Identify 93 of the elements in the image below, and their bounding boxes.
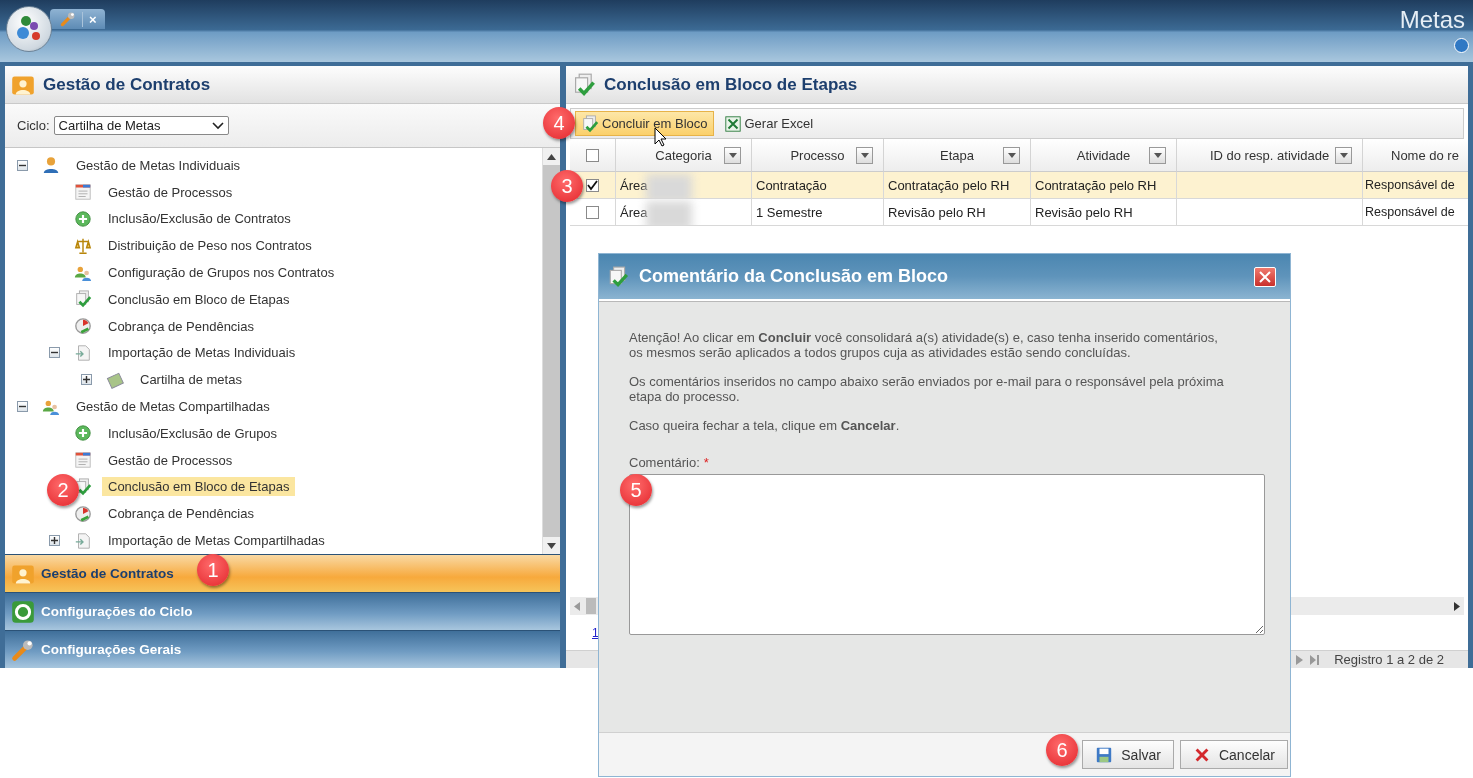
cycle-select[interactable]: Cartilha de Metas: [53, 116, 229, 135]
toolbar-button[interactable]: Concluir em Bloco: [575, 111, 714, 136]
row-checkbox[interactable]: [586, 205, 599, 219]
panel-title: Conclusão em Bloco de Etapas: [604, 74, 858, 95]
document-icon: [74, 531, 92, 550]
tree-item[interactable]: Importação de Metas Compartilhadas: [102, 531, 331, 551]
column-header[interactable]: Etapa: [940, 147, 974, 163]
dialog-paragraph: Atenção! Ao clicar em Concluir você consolidará a(s) atividade(s) e, caso tenha inserido comentários, os mesmos serão aplicados a todos grupos cuja as atividades estão sendo concluídas.: [629, 330, 1219, 360]
table-cell: Contratação: [752, 172, 884, 199]
clock-icon: [74, 317, 92, 336]
caret-icon: [728, 153, 737, 158]
page-link[interactable]: 1: [592, 626, 599, 640]
table-cell: Área: [620, 204, 648, 220]
cursor-icon: [654, 127, 667, 147]
wrench-icon: [60, 11, 76, 27]
tree-item[interactable]: Cobrança de Pendências: [102, 504, 260, 524]
tree-item[interactable]: Conclusão em Bloco de Etapas: [102, 477, 296, 497]
tree-item[interactable]: Cartilha de metas: [134, 370, 248, 390]
tree-item[interactable]: Gestão de Metas Compartilhadas: [70, 397, 276, 417]
tree-item[interactable]: Distribuição de Peso nos Contratos: [102, 236, 318, 256]
tree-item[interactable]: Inclusão/Exclusão de Grupos: [102, 423, 284, 443]
table-cell: Contratação pelo RH: [884, 172, 1031, 199]
caret-icon: [1153, 153, 1162, 158]
filter-button[interactable]: [724, 147, 741, 164]
wrench-icon: [11, 637, 35, 662]
scales-icon: [74, 236, 92, 255]
select-all-checkbox[interactable]: [586, 148, 599, 162]
documents-check-icon: [74, 290, 92, 309]
filter-button[interactable]: [1003, 147, 1020, 164]
tree-item[interactable]: Inclusão/Exclusão de Contratos: [102, 209, 297, 229]
caret-icon: [860, 153, 869, 158]
comment-field[interactable]: [629, 474, 1265, 635]
collapse-toggle[interactable]: [17, 159, 28, 171]
plus-circle-icon: [74, 424, 92, 443]
column-header[interactable]: Atividade: [1076, 147, 1131, 163]
filter-button[interactable]: [1335, 147, 1352, 164]
plus-circle-icon: [74, 210, 92, 228]
required-mark: *: [703, 455, 709, 470]
save-button[interactable]: Salvar: [1082, 740, 1174, 769]
filter-button[interactable]: [856, 147, 873, 164]
cycle-label: Ciclo:: [17, 118, 50, 133]
plus-icon: [51, 537, 58, 545]
panel-title: Gestão de Contratos: [43, 74, 211, 95]
app-logo[interactable]: [6, 6, 52, 52]
tree-item[interactable]: Gestão de Processos: [102, 182, 239, 202]
tree-item[interactable]: Gestão de Processos: [102, 450, 239, 470]
documents-check-icon: [581, 114, 599, 133]
document-list-icon: [74, 183, 92, 202]
refresh-icon: [11, 599, 35, 624]
row-checkbox[interactable]: [586, 178, 599, 192]
toolbar-button[interactable]: Gerar Excel: [717, 111, 820, 136]
close-button[interactable]: [1254, 266, 1276, 287]
table-cell: Revisão pelo RH: [884, 199, 1031, 226]
table-cell: Revisão pelo RH: [1031, 199, 1177, 226]
document-list-icon: [74, 451, 92, 470]
table-cell: Responsável de: [1363, 172, 1468, 199]
scroll-up-arrow[interactable]: [547, 153, 556, 160]
table-cell: 1 Semestre: [752, 199, 884, 226]
scroll-down-arrow[interactable]: [547, 542, 556, 549]
record-count: Registro 1 a 2 de 2: [1334, 652, 1444, 667]
scrollbar[interactable]: [542, 148, 560, 554]
caret-icon: [1339, 153, 1348, 158]
scroll-right-arrow[interactable]: [1454, 601, 1460, 611]
filter-button[interactable]: [1149, 147, 1166, 164]
caret-icon: [1007, 153, 1016, 158]
document-icon: [74, 343, 92, 362]
dialog-title: Comentário da Conclusão em Bloco: [639, 266, 949, 287]
clock-icon: [74, 504, 92, 523]
field-label: Comentário:: [629, 455, 700, 470]
collapse-toggle[interactable]: [17, 401, 28, 413]
table-cell: Área: [620, 177, 648, 193]
expand-toggle[interactable]: [81, 374, 92, 386]
table-cell: Contratação pelo RH: [1031, 172, 1177, 199]
check-icon: [587, 179, 598, 191]
documents-check-icon: [607, 265, 629, 288]
tree-item[interactable]: Cobrança de Pendências: [102, 316, 260, 336]
person-icon: [42, 156, 60, 175]
dialog-paragraph: Caso queira fechar a tela, clique em Cancelar.: [629, 418, 901, 433]
documents-check-icon: [572, 72, 596, 97]
expand-toggle[interactable]: [49, 535, 60, 547]
tree-item[interactable]: Importação de Metas Individuais: [102, 343, 302, 363]
caret-icon: [211, 121, 224, 130]
tree-item[interactable]: Configuração de Grupos nos Contratos: [102, 263, 341, 283]
close-icon: [1259, 270, 1271, 283]
app-title: Metas: [1399, 6, 1465, 34]
dialog-paragraph: Os comentários inseridos no campo abaixo serão enviados por e-mail para o responsável pela próxima etapa do processo.: [629, 374, 1225, 404]
cancel-button[interactable]: Cancelar: [1179, 740, 1288, 769]
collapse-toggle[interactable]: [49, 347, 60, 359]
spreadsheet-icon: [723, 114, 742, 133]
tree-item[interactable]: Conclusão em Bloco de Etapas: [102, 289, 296, 309]
tree-item[interactable]: Gestão de Metas Individuais: [70, 155, 247, 175]
scrollbar-thumb[interactable]: [586, 598, 596, 614]
plus-icon: [83, 376, 90, 384]
